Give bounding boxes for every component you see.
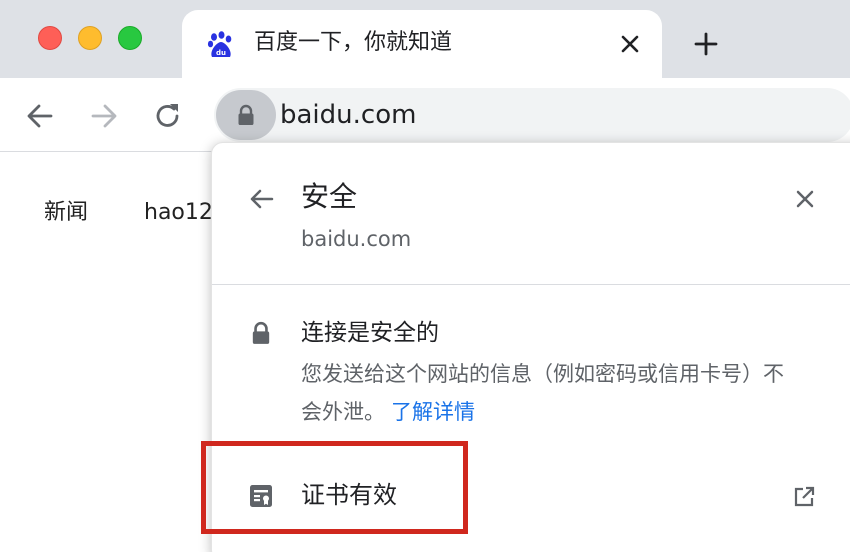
highlight-box xyxy=(201,441,468,534)
fullscreen-window-button[interactable] xyxy=(118,26,142,50)
learn-more-link[interactable]: 了解详情 xyxy=(391,400,475,424)
divider xyxy=(212,284,850,285)
minimize-window-button[interactable] xyxy=(78,26,102,50)
close-tab-icon[interactable] xyxy=(616,30,644,58)
toolbar: baidu.com xyxy=(0,78,850,152)
forward-arrow-icon[interactable] xyxy=(86,98,122,134)
address-bar[interactable]: baidu.com xyxy=(214,88,850,142)
nav-link-news[interactable]: 新闻 xyxy=(44,198,88,228)
close-window-button[interactable] xyxy=(38,26,62,50)
active-tab[interactable]: du 百度一下，你就知道 xyxy=(182,10,662,78)
svg-text:du: du xyxy=(216,49,226,57)
popup-domain: baidu.com xyxy=(301,227,412,251)
nav-link-hao123[interactable]: hao12 xyxy=(144,198,213,228)
tab-strip: du 百度一下，你就知道 xyxy=(0,0,850,78)
site-info-button[interactable] xyxy=(216,90,276,140)
baidu-paw-icon: du xyxy=(207,31,232,57)
tab-title: 百度一下，你就知道 xyxy=(254,30,453,55)
connection-description: 您发送给这个网站的信息（例如密码或信用卡号）不会外泄。 了解详情 xyxy=(301,355,791,431)
connection-status-title: 连接是安全的 xyxy=(301,320,439,346)
back-arrow-icon[interactable] xyxy=(22,98,58,134)
lock-icon xyxy=(252,321,270,344)
close-icon[interactable] xyxy=(789,183,821,215)
external-link-icon[interactable] xyxy=(792,485,816,509)
lock-icon xyxy=(238,104,254,125)
back-arrow-icon[interactable] xyxy=(245,183,277,215)
connection-description-text: 您发送给这个网站的信息（例如密码或信用卡号）不会外泄。 xyxy=(301,362,784,424)
reload-icon[interactable] xyxy=(150,98,186,134)
new-tab-icon[interactable] xyxy=(690,28,722,60)
url-text: baidu.com xyxy=(280,100,417,130)
popup-title: 安全 xyxy=(301,180,358,213)
